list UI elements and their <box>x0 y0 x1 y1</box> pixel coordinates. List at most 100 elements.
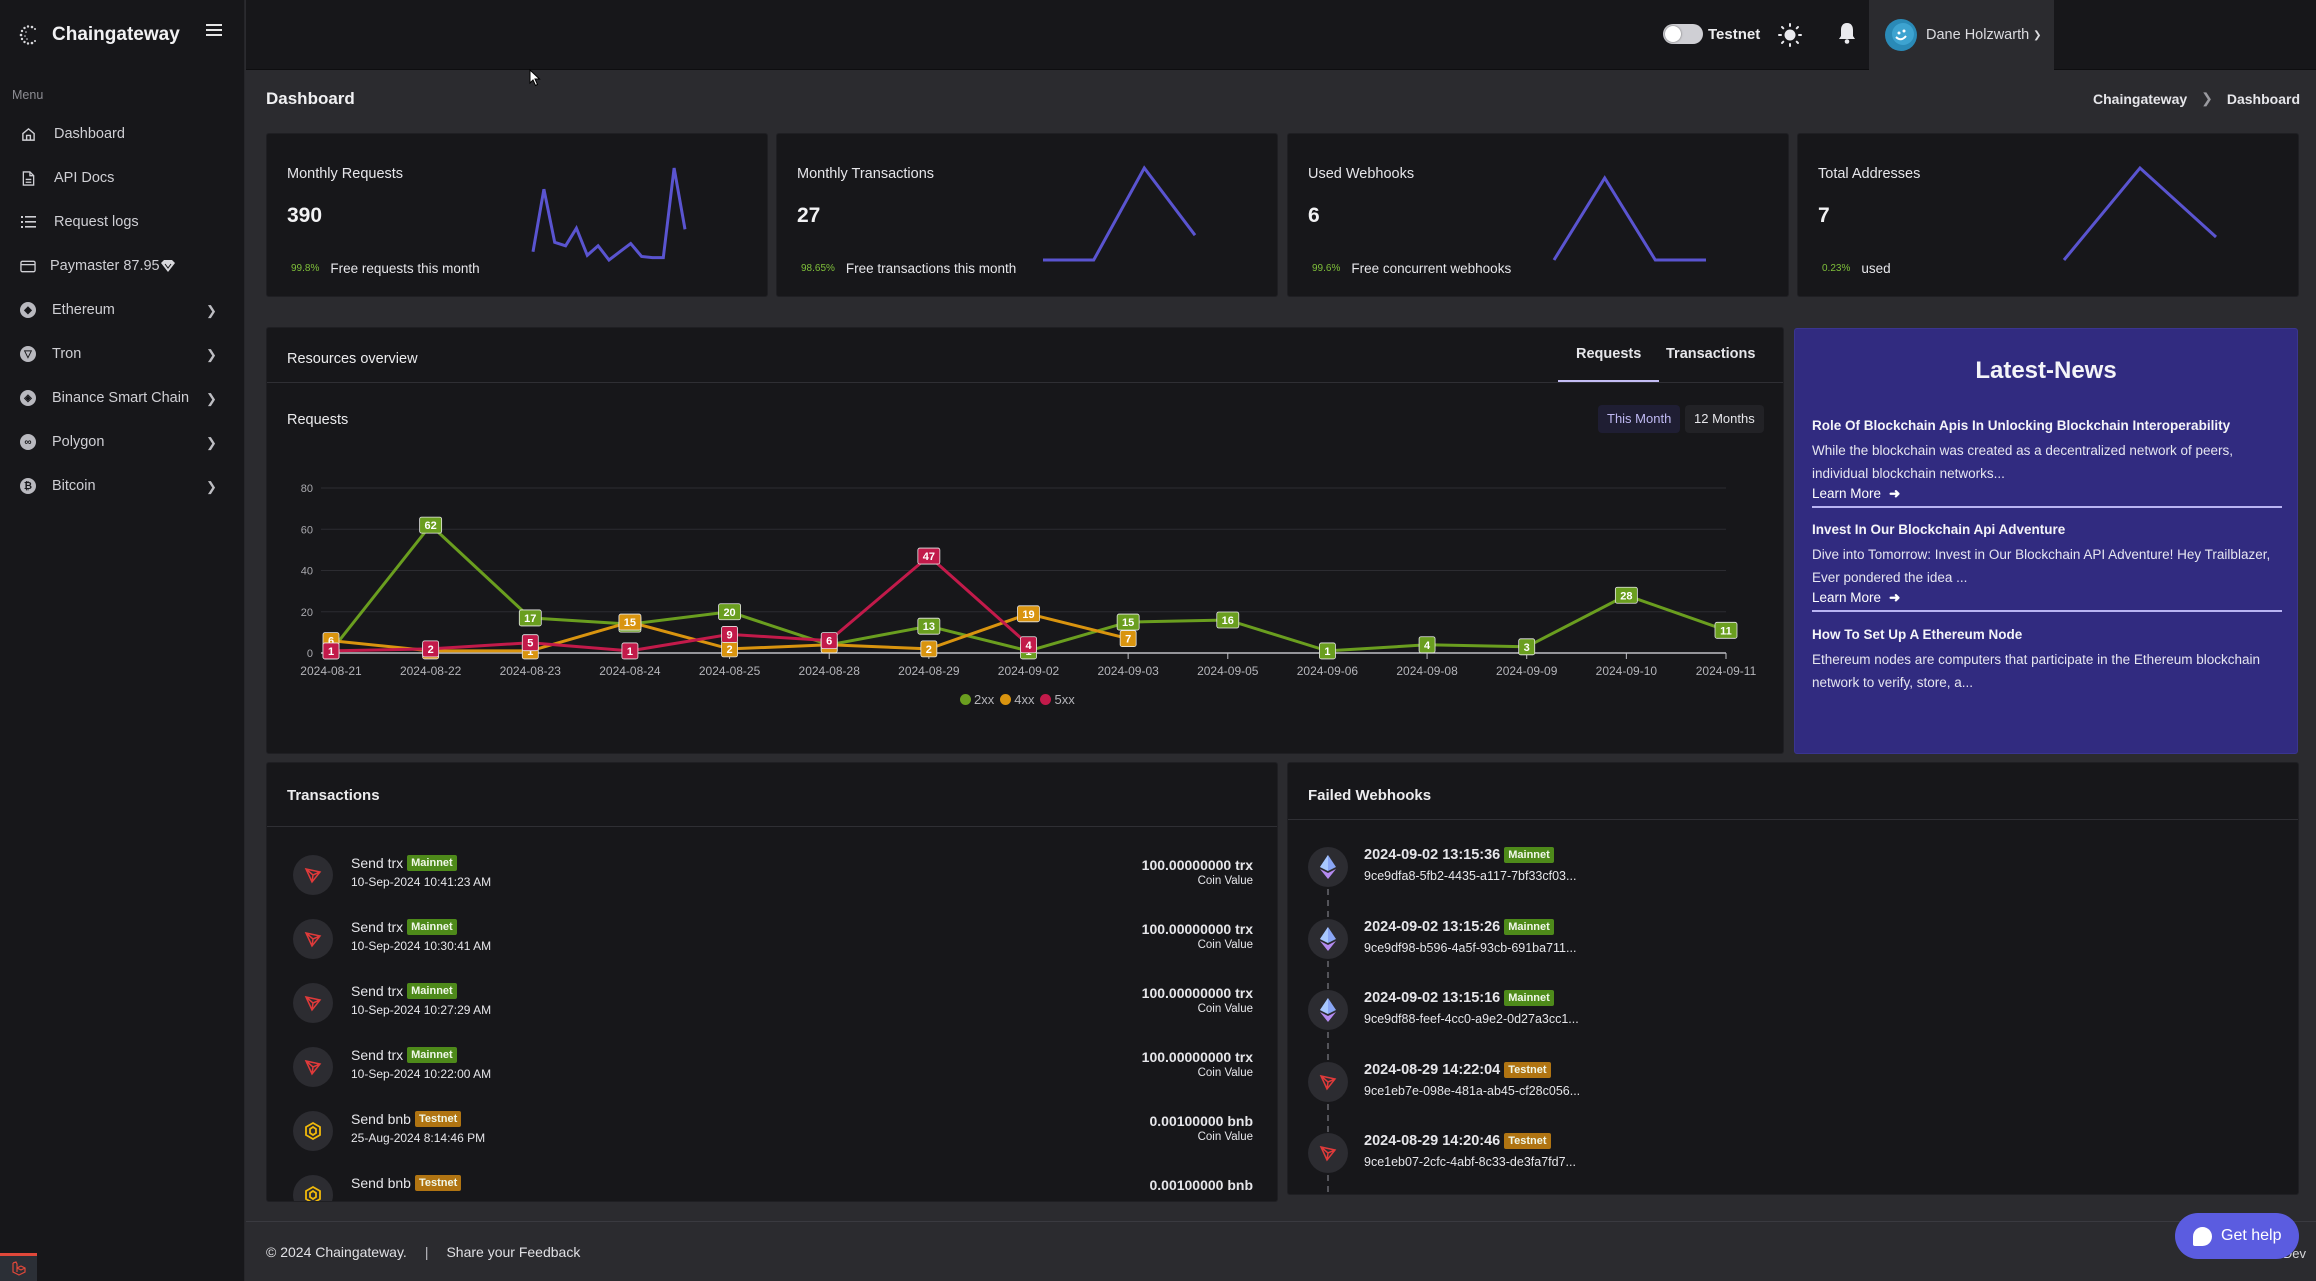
sidebar-item-paymaster[interactable]: Paymaster 87.95 <box>0 244 244 288</box>
timeline-connector <box>1327 1103 1329 1132</box>
transaction-row[interactable]: Send trx Mainnet 10-Sep-2024 10:22:00 AM … <box>287 1047 1257 1111</box>
transaction-row[interactable]: Send trx Mainnet 10-Sep-2024 10:30:41 AM … <box>287 919 1257 983</box>
sidebar-item-label: Tron <box>52 346 82 362</box>
webhook-time: 2024-08-29 14:20:46 <box>1364 1133 1501 1149</box>
menu-toggle-button[interactable] <box>206 24 222 38</box>
transaction-row[interactable]: Send bnb Testnet 25-Aug-2024 8:14:46 PM 0… <box>287 1111 1257 1175</box>
transaction-amount-label: Coin Value <box>1197 1067 1253 1079</box>
sidebar-item-dashboard[interactable]: Dashboard <box>0 112 244 156</box>
y-tick-label: 80 <box>301 483 313 495</box>
legend-item-5xx[interactable]: 5xx <box>1040 692 1075 707</box>
theme-toggle-sun-icon[interactable] <box>1777 22 1803 48</box>
sidebar-item-label: Polygon <box>52 434 105 450</box>
get-help-button[interactable]: Get help <box>2175 1213 2299 1259</box>
news-item-title[interactable]: Role Of Blockchain Apis In Unlocking Blo… <box>1812 418 2282 433</box>
learn-more-label: Learn More <box>1812 486 1882 501</box>
ethereum-icon <box>1308 847 1348 887</box>
sparkline-chart <box>531 167 687 263</box>
sparkline-chart <box>1043 165 1197 262</box>
range-12-months-button[interactable]: 12 Months <box>1685 405 1764 433</box>
y-tick-label: 40 <box>301 566 313 578</box>
panel-title: Failed Webhooks <box>1308 787 1432 804</box>
tab-transactions[interactable]: Transactions <box>1666 346 1755 362</box>
transaction-amount-label: Coin Value <box>1197 1003 1253 1015</box>
transaction-amount: 100.00000000 trx <box>1141 1049 1253 1065</box>
transaction-row[interactable]: Send trx Mainnet 10-Sep-2024 10:27:29 AM … <box>287 983 1257 1047</box>
news-item: How To Set Up A Ethereum Node Ethereum n… <box>1812 627 2282 694</box>
sidebar-item-request-logs[interactable]: Request logs <box>0 200 244 244</box>
sidebar-item-api-docs[interactable]: API Docs <box>0 156 244 200</box>
sidebar-item-tron[interactable]: ▽ Tron ❯ <box>0 332 244 376</box>
data-label: 28 <box>1620 590 1632 602</box>
transaction-title: Send trx Mainnet <box>351 855 457 871</box>
learn-more-link[interactable]: Learn More ➜ <box>1812 590 1900 606</box>
legend-item-4xx[interactable]: 4xx <box>1000 692 1034 707</box>
series-line-2xx <box>329 522 1727 653</box>
news-item-title[interactable]: How To Set Up A Ethereum Node <box>1812 627 2282 642</box>
webhook-row[interactable]: 2024-08-29 14:22:04 Testnet 9ce1eb7e-098e… <box>1308 1061 2278 1132</box>
menu-section-label: Menu <box>12 88 44 102</box>
webhook-title: 2024-09-02 13:15:16 Mainnet <box>1364 990 1554 1006</box>
webhook-title: 2024-08-29 14:22:04 Testnet <box>1364 1061 1551 1078</box>
webhook-row[interactable]: 2024-09-02 13:15:36 Mainnet 9ce9dfa8-5fb2… <box>1308 847 2278 917</box>
bitcoin-icon: ₿ <box>20 478 36 494</box>
sidebar-item-label: Dashboard <box>54 126 125 142</box>
network-badge: Mainnet <box>407 855 457 871</box>
stat-card-used-webhooks: Used Webhooks 6 99.6% Free concurrent web… <box>1287 133 1789 297</box>
news-item-title[interactable]: Invest In Our Blockchain Api Adventure <box>1812 522 2282 537</box>
learn-more-link[interactable]: Learn More ➜ <box>1812 486 1900 502</box>
share-feedback-link[interactable]: Share your Feedback <box>446 1244 580 1260</box>
testnet-toggle[interactable]: Testnet <box>1663 24 1760 44</box>
webhook-row[interactable]: 2024-08-29 14:20:46 Testnet 9ce1eb07-2cfc… <box>1308 1133 2278 1194</box>
transaction-title: Send bnb Testnet <box>351 1111 462 1127</box>
network-badge: Mainnet <box>407 983 457 999</box>
legend-dot <box>960 694 971 705</box>
transaction-amount: 0.00100000 bnb <box>1149 1113 1253 1129</box>
transaction-amount: 100.00000000 trx <box>1141 985 1253 1001</box>
breadcrumb-separator-icon: ❯ <box>2201 90 2213 106</box>
sidebar-item-label: Request logs <box>54 214 139 230</box>
divider <box>267 826 1277 827</box>
laravel-debugbar-button[interactable] <box>0 1253 37 1281</box>
network-badge: Mainnet <box>1504 847 1554 863</box>
tab-requests[interactable]: Requests <box>1557 346 1660 382</box>
sidebar-item-ethereum[interactable]: ◆ Ethereum ❯ <box>0 288 244 332</box>
transaction-time: 10-Sep-2024 10:41:23 AM <box>351 875 492 889</box>
transaction-row[interactable]: Send bnb Testnet 0.00100000 bnb <box>287 1175 1257 1201</box>
x-tick-label: 2024-08-28 <box>799 664 861 678</box>
range-this-month-button[interactable]: This Month <box>1598 405 1681 433</box>
transaction-row[interactable]: Send trx Mainnet 10-Sep-2024 10:41:23 AM … <box>287 855 1257 919</box>
bnb-icon <box>293 1175 333 1201</box>
copyright: © 2024 Chaingateway. <box>266 1244 407 1260</box>
legend-item-2xx[interactable]: 2xx <box>960 692 994 707</box>
transaction-title-text: Send bnb <box>351 1111 411 1127</box>
legend-label: 2xx <box>974 692 995 707</box>
ethereum-icon <box>1308 990 1348 1030</box>
sidebar-item-bitcoin[interactable]: ₿ Bitcoin ❯ <box>0 464 244 508</box>
x-tick-label: 2024-09-10 <box>1596 664 1658 678</box>
sparkline-path <box>531 167 687 263</box>
tron-icon <box>293 855 333 895</box>
data-label: 3 <box>1524 642 1530 654</box>
data-label: 17 <box>524 613 536 625</box>
mouse-cursor-icon <box>529 69 541 87</box>
data-label: 2 <box>428 644 434 656</box>
testnet-toggle-label: Testnet <box>1708 25 1761 43</box>
webhook-row[interactable]: 2024-09-02 13:15:16 Mainnet 9ce9df88-feef… <box>1308 990 2278 1060</box>
webhook-row[interactable]: 2024-09-02 13:15:26 Mainnet 9ce9df98-b596… <box>1308 918 2278 989</box>
brand-name: Chaingateway <box>52 24 180 45</box>
stat-card-total-addresses: Total Addresses 7 0.23% used <box>1797 133 2299 297</box>
breadcrumb-link-home[interactable]: Chaingateway <box>2093 91 2187 107</box>
user-menu[interactable]: Dane Holzwarth ❯ <box>1869 0 2054 70</box>
stat-value: 390 <box>287 204 323 227</box>
sparkline-chart <box>1552 175 1706 262</box>
x-tick-label: 2024-09-08 <box>1396 664 1458 678</box>
stat-card-monthly-transactions: Monthly Transactions 27 98.65% Free trans… <box>776 133 1278 297</box>
toggle-switch[interactable] <box>1663 24 1703 44</box>
tron-icon <box>293 919 333 959</box>
webhook-time: 2024-08-29 14:22:04 <box>1364 1061 1501 1078</box>
notification-bell-icon[interactable] <box>1836 21 1858 45</box>
sidebar-item-polygon[interactable]: ∞ Polygon ❯ <box>0 420 244 464</box>
panel-title: Transactions <box>287 787 380 804</box>
sidebar-item-binance-smart-chain[interactable]: ◈ Binance Smart Chain ❯ <box>0 376 244 420</box>
